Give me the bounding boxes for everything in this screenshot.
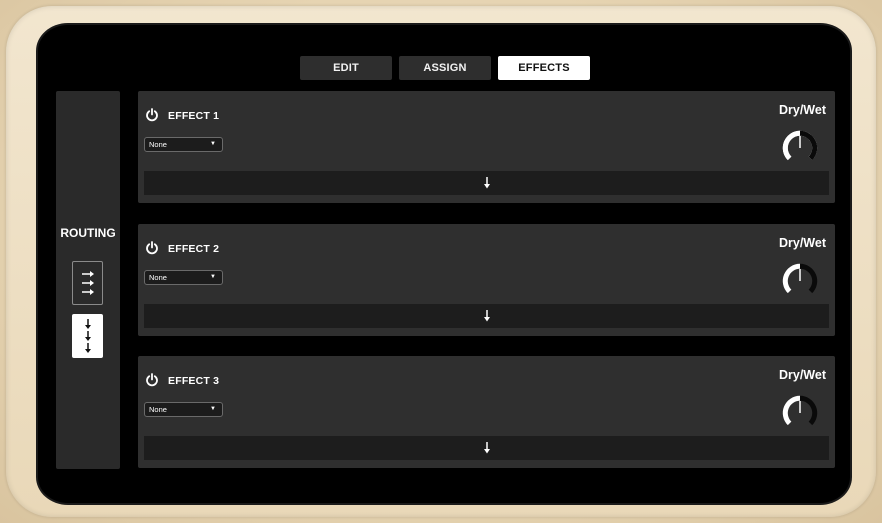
arrow-down-icon	[483, 310, 490, 322]
signal-flow-bar	[144, 304, 829, 328]
tab-edit[interactable]: EDIT	[300, 56, 392, 80]
dry-wet-label: Dry/Wet	[778, 103, 826, 117]
signal-flow-bar	[144, 436, 829, 460]
effect-title: EFFECT 3	[168, 375, 220, 387]
effect-slot-2: EFFECT 2 None ▼ Dry/Wet	[138, 224, 835, 336]
dry-wet-label: Dry/Wet	[778, 368, 826, 382]
effect-title: EFFECT 2	[168, 243, 220, 255]
effect-title: EFFECT 1	[168, 110, 220, 122]
effect-select[interactable]: None ▼	[144, 137, 223, 152]
effect-select-value: None	[149, 140, 167, 149]
parallel-arrows-icon	[81, 271, 94, 295]
serial-arrows-icon	[84, 319, 91, 353]
effect-select-value: None	[149, 405, 167, 414]
effect-slot-3: EFFECT 3 None ▼ Dry/Wet	[138, 356, 835, 468]
effect-select[interactable]: None ▼	[144, 270, 223, 285]
power-icon[interactable]	[145, 373, 159, 387]
tab-bar: EDIT ASSIGN EFFECTS	[300, 56, 590, 80]
arrow-down-icon	[483, 442, 490, 454]
effect-select[interactable]: None ▼	[144, 402, 223, 417]
tab-effects[interactable]: EFFECTS	[498, 56, 590, 80]
routing-parallel-button[interactable]	[72, 261, 103, 305]
arrow-down-icon	[483, 177, 490, 189]
dry-wet-knob[interactable]	[779, 392, 821, 434]
routing-serial-button[interactable]	[72, 314, 103, 358]
dropdown-caret-icon: ▼	[210, 141, 216, 147]
dropdown-caret-icon: ▼	[210, 406, 216, 412]
effect-slot-1: EFFECT 1 None ▼ Dry/Wet	[138, 91, 835, 203]
dropdown-caret-icon: ▼	[210, 274, 216, 280]
signal-flow-bar	[144, 171, 829, 195]
power-icon[interactable]	[145, 241, 159, 255]
routing-label: ROUTING	[60, 226, 116, 240]
dry-wet-label: Dry/Wet	[778, 236, 826, 250]
routing-panel: ROUTING	[56, 91, 120, 469]
dry-wet-knob[interactable]	[779, 127, 821, 169]
effect-select-value: None	[149, 273, 167, 282]
power-icon[interactable]	[145, 108, 159, 122]
tab-assign[interactable]: ASSIGN	[399, 56, 491, 80]
dry-wet-knob[interactable]	[779, 260, 821, 302]
